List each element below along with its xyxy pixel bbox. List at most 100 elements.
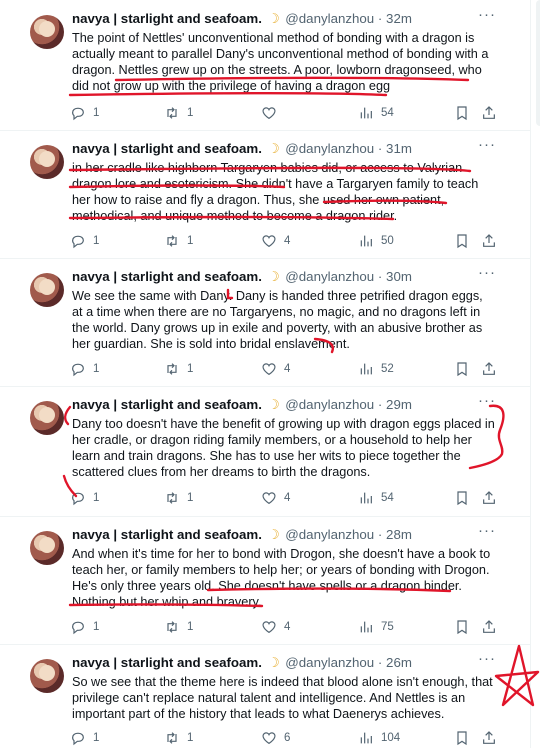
tweet[interactable]: navya | starlight and seafoam. ☽ @danyla… [0,386,530,517]
bookmark-button[interactable] [454,490,470,506]
tweet-header: navya | starlight and seafoam. ☽ @danyla… [72,397,412,413]
views-button[interactable]: 54 [358,105,394,121]
bookmark-icon [457,731,467,746]
tweet[interactable]: navya | starlight and seafoam. ☽ @danyla… [0,644,530,748]
tweet-actions: 1 1 54 [70,105,500,125]
retweet-button[interactable]: 1 [164,730,193,746]
retweet-count: 1 [187,235,194,247]
heart-icon [262,107,276,120]
reply-button[interactable]: 1 [70,361,99,377]
avatar[interactable] [30,273,64,307]
like-button[interactable]: 4 [261,361,290,377]
timestamp[interactable]: 26m [386,655,412,670]
bookmark-button[interactable] [454,730,470,746]
view-count: 52 [381,363,394,375]
bookmark-button[interactable] [454,105,470,121]
views-button[interactable]: 104 [358,730,400,746]
more-dots-icon[interactable]: ··· [478,264,496,281]
retweet-button[interactable]: 1 [164,619,193,635]
author-name[interactable]: navya | starlight and seafoam. [72,269,262,284]
retweet-icon [167,235,177,247]
more-dots-icon[interactable]: ··· [478,392,496,409]
reply-button[interactable]: 1 [70,619,99,635]
like-button[interactable]: 6 [261,730,290,746]
tweet-header: navya | starlight and seafoam. ☽ @danyla… [72,269,412,285]
author-handle[interactable]: @danylanzhou [285,527,374,542]
tweet-header: navya | starlight and seafoam. ☽ @danyla… [72,655,412,671]
share-icon [483,731,495,744]
view-count: 50 [381,235,394,247]
share-button[interactable] [481,105,497,121]
share-button[interactable] [481,619,497,635]
share-button[interactable] [481,730,497,746]
timestamp[interactable]: 31m [386,141,412,156]
reply-button[interactable]: 1 [70,233,99,249]
more-dots-icon[interactable]: ··· [478,136,496,153]
views-bar-chart-icon [360,732,372,744]
reply-count: 1 [93,235,100,247]
tweet[interactable]: navya | starlight and seafoam. ☽ @danyla… [0,0,530,131]
share-button[interactable] [481,361,497,377]
reply-button[interactable]: 1 [70,105,99,121]
tweet-actions: 1 1 4 50 [70,233,500,253]
tweet[interactable]: navya | starlight and seafoam. ☽ @danyla… [0,516,530,645]
author-handle[interactable]: @danylanzhou [285,11,374,26]
views-button[interactable]: 54 [358,490,394,506]
author-name[interactable]: navya | starlight and seafoam. [72,141,262,156]
avatar[interactable] [30,531,64,565]
retweet-icon [167,732,177,744]
bookmark-button[interactable] [454,619,470,635]
sidebar-card-edge [536,0,540,126]
tweet[interactable]: navya | starlight and seafoam. ☽ @danyla… [0,258,530,387]
avatar[interactable] [30,145,64,179]
author-handle[interactable]: @danylanzhou [285,655,374,670]
retweet-button[interactable]: 1 [164,233,193,249]
more-dots-icon[interactable]: ··· [478,650,496,667]
tweet[interactable]: navya | starlight and seafoam. ☽ @danyla… [0,130,530,259]
like-button[interactable]: 4 [261,233,290,249]
reply-count: 1 [93,621,100,633]
timestamp[interactable]: 32m [386,11,412,26]
author-handle[interactable]: @danylanzhou [285,141,374,156]
bookmark-icon [457,491,467,506]
tweet-actions: 1 1 4 52 [70,361,500,381]
views-button[interactable]: 50 [358,233,394,249]
views-button[interactable]: 52 [358,361,394,377]
author-handle[interactable]: @danylanzhou [285,269,374,284]
author-name[interactable]: navya | starlight and seafoam. [72,655,262,670]
heart-icon [262,492,276,505]
views-bar-chart-icon [360,492,372,504]
like-button[interactable]: 4 [261,619,290,635]
tweet-header: navya | starlight and seafoam. ☽ @danyla… [72,527,412,543]
more-dots-icon[interactable]: ··· [478,522,496,539]
reply-button[interactable]: 1 [70,490,99,506]
avatar[interactable] [30,401,64,435]
views-button[interactable]: 75 [358,619,394,635]
separator-dot: · [377,141,383,156]
author-handle[interactable]: @danylanzhou [285,397,374,412]
views-bar-chart-icon [360,363,372,375]
heart-icon [262,235,276,248]
share-button[interactable] [481,233,497,249]
author-name[interactable]: navya | starlight and seafoam. [72,11,262,26]
author-name[interactable]: navya | starlight and seafoam. [72,527,262,542]
bookmark-button[interactable] [454,233,470,249]
share-icon [483,362,495,375]
more-dots-icon[interactable]: ··· [478,6,496,23]
like-button[interactable] [261,105,284,121]
author-name[interactable]: navya | starlight and seafoam. [72,397,262,412]
retweet-button[interactable]: 1 [164,105,193,121]
tweet-text: Dany too doesn't have the benefit of gro… [72,417,495,480]
timestamp[interactable]: 29m [386,397,412,412]
timestamp[interactable]: 30m [386,269,412,284]
share-button[interactable] [481,490,497,506]
retweet-button[interactable]: 1 [164,361,193,377]
like-button[interactable]: 4 [261,490,290,506]
bookmark-button[interactable] [454,361,470,377]
reply-button[interactable]: 1 [70,730,99,746]
timestamp[interactable]: 28m [386,527,412,542]
avatar[interactable] [30,659,64,693]
separator-dot: · [377,11,383,26]
avatar[interactable] [30,15,64,49]
retweet-button[interactable]: 1 [164,490,193,506]
